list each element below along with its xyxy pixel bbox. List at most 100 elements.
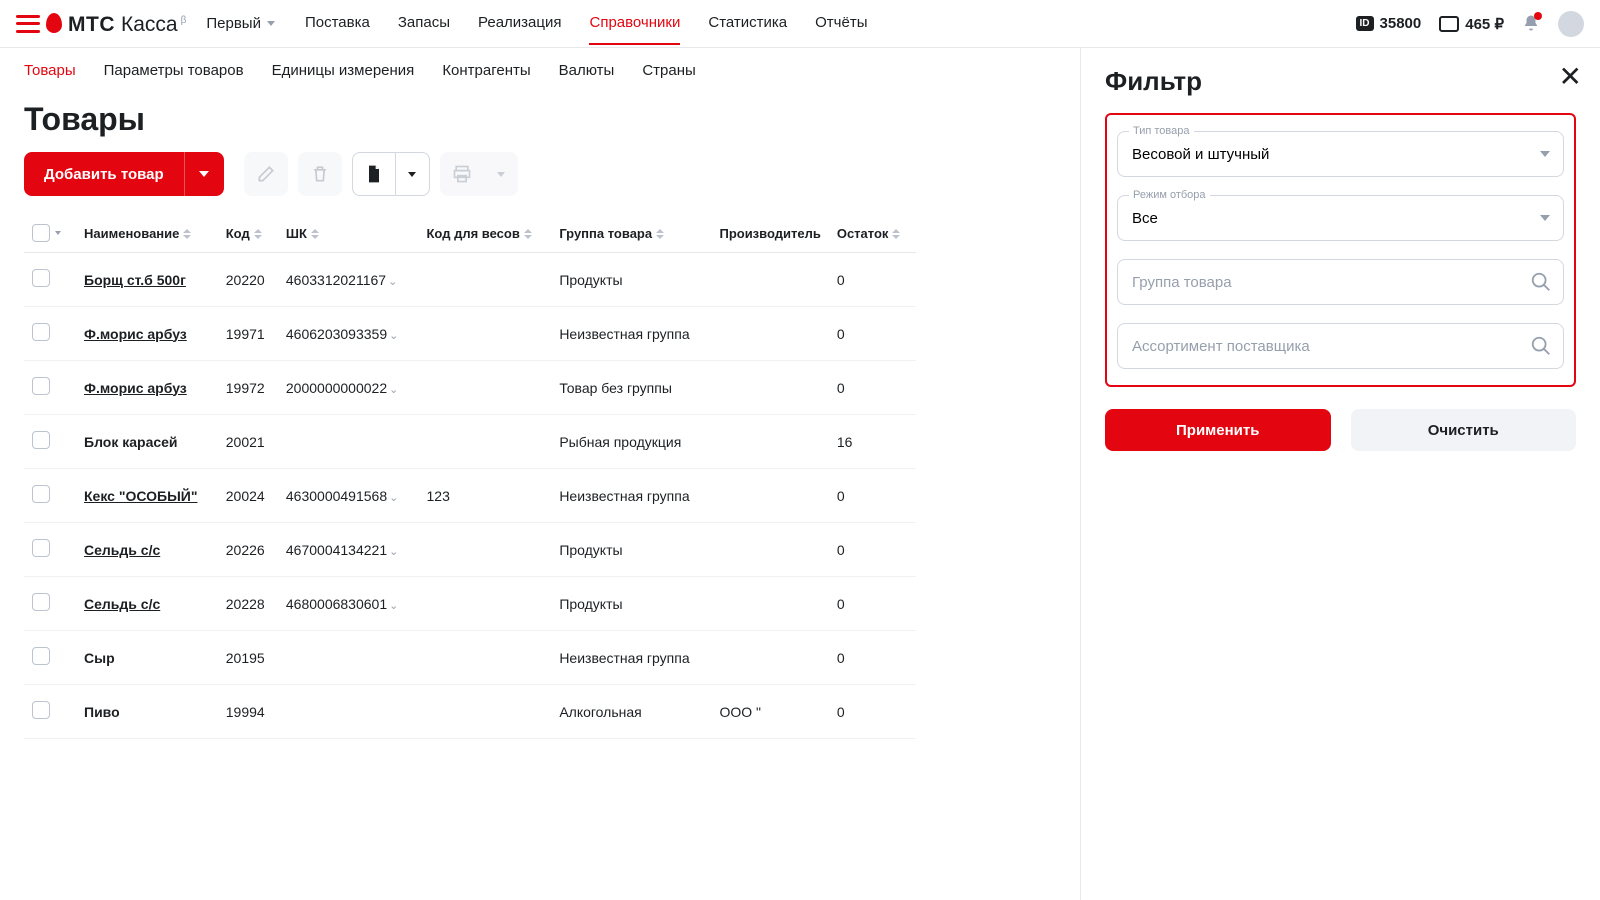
cell-code: 20220 [218,253,278,307]
filter-panel: ✕ Фильтр Тип товара Режим отбора Примени… [1080,48,1600,900]
cell-code: 20024 [218,469,278,523]
hamburger-icon[interactable] [16,15,40,33]
checkbox-row[interactable] [32,485,50,503]
subnav-currencies[interactable]: Валюты [559,62,615,93]
table-row: Ф.морис арбуз199714606203093359⌄Неизвест… [24,307,916,361]
subnav-countries[interactable]: Страны [642,62,695,93]
cell-code: 20226 [218,523,278,577]
avatar[interactable] [1558,11,1584,37]
logo-mts: МТС [68,13,115,37]
apply-button[interactable]: Применить [1105,409,1331,451]
checkbox-row[interactable] [32,323,50,341]
checkbox-row[interactable] [32,593,50,611]
product-name[interactable]: Ф.морис арбуз [84,326,187,342]
export-button[interactable] [352,152,396,196]
chevron-down-icon[interactable]: ⌄ [389,599,398,612]
nav-stats[interactable]: Статистика [708,2,787,45]
cell-sk: 4680006830601⌄ [278,577,419,631]
topbar-right: ID 35800 465 ₽ [1356,11,1584,37]
sort-icon[interactable] [656,229,664,239]
sort-icon[interactable] [524,229,532,239]
id-value: 35800 [1380,15,1422,32]
nav-reports[interactable]: Отчёты [815,2,867,45]
chevron-down-icon[interactable]: ⌄ [389,329,398,342]
cell-sk: 4603312021167⌄ [278,253,419,307]
product-group-input[interactable] [1117,259,1564,305]
edit-icon [256,164,276,184]
chevron-down-icon[interactable] [55,231,61,235]
field-supplier-assort[interactable] [1117,323,1564,369]
sort-icon[interactable] [183,229,191,239]
edit-button [244,152,288,196]
checkbox-row[interactable] [32,701,50,719]
field-product-group[interactable] [1117,259,1564,305]
delete-button [298,152,342,196]
checkbox-row[interactable] [32,431,50,449]
col-code[interactable]: Код [226,226,250,241]
cell-stock: 0 [829,253,916,307]
checkbox-row[interactable] [32,539,50,557]
cell-group: Неизвестная группа [551,469,711,523]
col-scale[interactable]: Код для весов [427,226,520,241]
store-selector[interactable]: Первый [206,15,275,32]
checkbox-row[interactable] [32,647,50,665]
checkbox-row[interactable] [32,269,50,287]
nav-supply[interactable]: Поставка [305,2,370,45]
table-row: Борщ ст.б 500г202204603312021167⌄Продукт… [24,253,916,307]
col-stock[interactable]: Остаток [837,226,889,241]
subnav-contragents[interactable]: Контрагенты [442,62,530,93]
balance[interactable]: 465 ₽ [1439,15,1504,33]
logo-kassa: Касса [121,13,178,37]
chevron-down-icon[interactable]: ⌄ [389,383,398,396]
checkbox-all[interactable] [32,224,50,242]
cell-group: Товар без группы [551,361,711,415]
product-type-select[interactable] [1117,131,1564,177]
selection-mode-select[interactable] [1117,195,1564,241]
col-manufacturer[interactable]: Производитель [719,226,820,241]
cell-manufacturer [711,469,828,523]
product-name[interactable]: Кекс "ОСОБЫЙ" [84,488,197,504]
field-product-type[interactable]: Тип товара [1117,131,1564,177]
filter-highlight: Тип товара Режим отбора [1105,113,1576,387]
close-icon: ✕ [1559,61,1582,92]
close-button[interactable]: ✕ [1559,66,1582,88]
subnav-units[interactable]: Единицы измерения [272,62,415,93]
cell-manufacturer [711,523,828,577]
col-sk[interactable]: ШК [286,226,307,241]
balance-value: 465 ₽ [1465,15,1504,33]
nav-directories[interactable]: Справочники [589,2,680,45]
chevron-down-icon[interactable]: ⌄ [389,545,398,558]
account-id[interactable]: ID 35800 [1356,15,1422,32]
chevron-down-icon[interactable]: ⌄ [388,275,397,288]
nav-sales[interactable]: Реализация [478,2,561,45]
product-name: Пиво [84,704,120,720]
add-product-button[interactable]: Добавить товар [24,152,184,196]
cell-sk: 4670004134221⌄ [278,523,419,577]
clear-button[interactable]: Очистить [1351,409,1577,451]
product-name[interactable]: Ф.морис арбуз [84,380,187,396]
product-name[interactable]: Сельдь с/с [84,596,160,612]
checkbox-row[interactable] [32,377,50,395]
col-group[interactable]: Группа товара [559,226,652,241]
chevron-down-icon[interactable]: ⌄ [389,491,398,504]
subnav-products[interactable]: Товары [24,62,76,93]
sort-icon[interactable] [311,229,319,239]
sort-icon[interactable] [254,229,262,239]
add-product-dropdown[interactable] [184,152,224,196]
sort-icon[interactable] [892,229,900,239]
supplier-assort-input[interactable] [1117,323,1564,369]
cell-group: Продукты [551,577,711,631]
subnav-params[interactable]: Параметры товаров [104,62,244,93]
table-row: Пиво19994АлкогольнаяООО "0 [24,685,916,739]
field-selection-mode[interactable]: Режим отбора [1117,195,1564,241]
nav-stock[interactable]: Запасы [398,2,450,45]
col-name[interactable]: Наименование [84,226,179,241]
export-dropdown[interactable] [396,152,430,196]
notifications-button[interactable] [1522,14,1540,34]
chevron-down-icon [408,172,416,177]
logo[interactable]: МТС Касса β [46,11,186,37]
cell-code: 19994 [218,685,278,739]
cell-stock: 0 [829,523,916,577]
product-name[interactable]: Борщ ст.б 500г [84,272,186,288]
product-name[interactable]: Сельдь с/с [84,542,160,558]
